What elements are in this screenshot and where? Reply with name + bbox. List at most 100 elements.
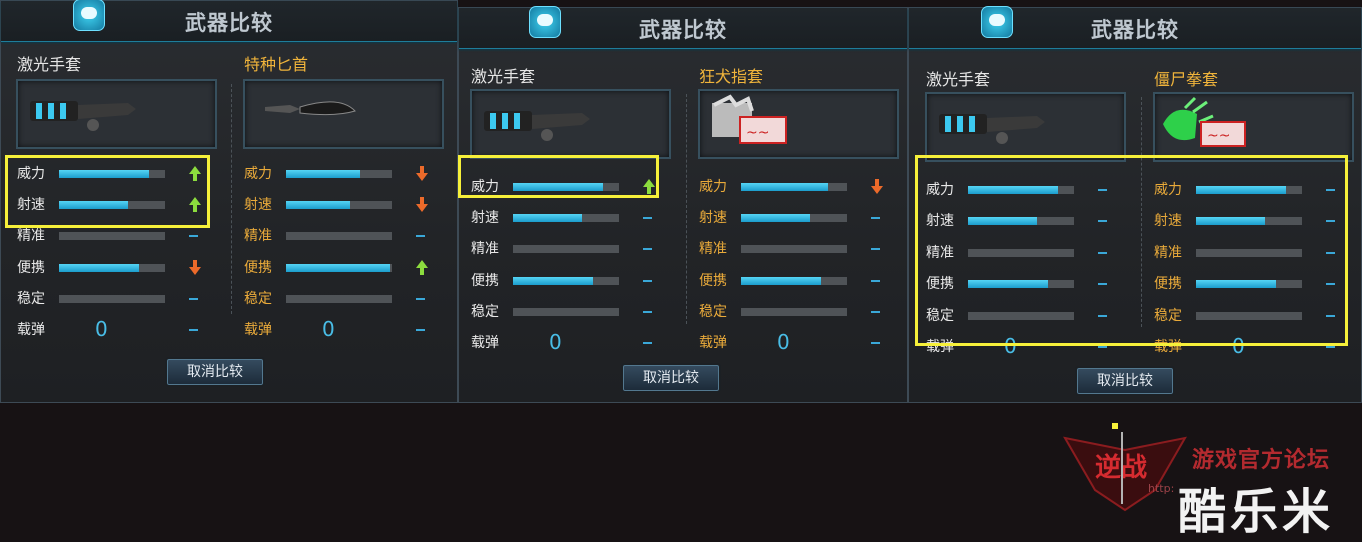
stat-bar (286, 264, 392, 272)
stat-compare-indicator (189, 258, 201, 278)
stat-bar (286, 201, 392, 209)
stat-compare-indicator (189, 320, 201, 340)
weapon-image-frame (925, 92, 1126, 162)
stat-label: 射速 (699, 210, 727, 226)
svg-text:~~: ~~ (1207, 128, 1230, 144)
weapon-name: 激光手套 (926, 70, 991, 89)
laser-glove-icon (30, 101, 136, 131)
stat-bar-fill (286, 201, 350, 209)
stat-row: 便携 (244, 258, 434, 278)
stat-row: 射速 (244, 195, 434, 215)
stat-row: 威力 (699, 177, 889, 197)
weapon-image-frame: ~~ (1153, 92, 1354, 162)
cancel-compare-button[interactable]: 取消比较 (165, 357, 265, 387)
highlight-box (5, 155, 210, 228)
dash-icon (871, 311, 880, 313)
panel-title: 武器比较 (185, 11, 273, 35)
arrow-down-icon (416, 197, 428, 212)
weapon-name: 狂犬指套 (699, 67, 764, 86)
stat-label: 精准 (17, 228, 45, 244)
arrow-down-icon (189, 260, 201, 275)
dash-icon (1326, 346, 1335, 348)
stat-bar (59, 264, 165, 272)
stat-bar (741, 214, 847, 222)
game-logo-icon: 逆战 (1063, 432, 1187, 512)
stat-row: 威力 (244, 164, 434, 184)
stat-label: 载弹 (699, 335, 727, 351)
dash-icon (643, 342, 652, 344)
stat-compare-indicator (416, 226, 428, 246)
stat-label: 载弹 (244, 322, 272, 338)
stat-label: 便携 (244, 260, 272, 276)
stat-bar (59, 232, 165, 240)
ammo-value: 0 (549, 330, 562, 354)
stat-compare-indicator (416, 164, 428, 184)
stat-row: 便携 (699, 271, 889, 291)
watermark: 逆战 游戏官方论坛 http: 酷乐米 (1060, 420, 1360, 540)
site-text: 酷乐米 (1178, 484, 1335, 540)
stat-bar (741, 183, 847, 191)
laser-glove-icon (939, 114, 1045, 144)
stat-compare-indicator (871, 177, 883, 197)
stat-bar-fill (741, 183, 828, 191)
stat-label: 载弹 (17, 322, 45, 338)
weapon-name: 僵尸拳套 (1154, 70, 1219, 89)
stat-bar (513, 308, 619, 316)
dash-icon (189, 298, 198, 300)
stat-bar-fill (513, 214, 582, 222)
cancel-compare-button[interactable]: 取消比较 (621, 363, 721, 393)
stat-label: 稳定 (699, 304, 727, 320)
stat-bar-fill (741, 277, 821, 285)
mad-dog-knuckles-icon: ~~ (712, 94, 787, 144)
stat-label: 稳定 (17, 291, 45, 307)
ammo-value: 0 (95, 317, 108, 341)
stat-label: 精准 (471, 241, 499, 257)
stat-bar (59, 295, 165, 303)
stat-row: 载弹 0 (699, 330, 889, 354)
dash-icon (871, 280, 880, 282)
ammo-value: 0 (322, 317, 335, 341)
stat-compare-indicator (416, 258, 428, 278)
stat-row: 稳定 (471, 302, 661, 322)
dash-icon (189, 329, 198, 331)
stat-bar (741, 277, 847, 285)
dash-icon (643, 280, 652, 282)
stat-row: 载弹 0 (17, 317, 207, 341)
weapon-name: 特种匕首 (244, 55, 309, 74)
arrow-up-icon (416, 260, 428, 275)
stat-row: 稳定 (17, 289, 207, 309)
stat-compare-indicator (871, 333, 883, 353)
cancel-compare-button[interactable]: 取消比较 (1075, 366, 1175, 396)
stat-row: 稳定 (699, 302, 889, 322)
dash-icon (871, 248, 880, 250)
dash-icon (1098, 346, 1107, 348)
stat-label: 射速 (244, 197, 272, 213)
stat-row: 便携 (17, 258, 207, 278)
stat-compare-indicator (643, 239, 655, 259)
weapon-name: 激光手套 (471, 67, 536, 86)
stat-bar (286, 232, 392, 240)
stat-bar (513, 277, 619, 285)
stat-bar-fill (286, 264, 390, 272)
stat-compare-indicator (643, 271, 655, 291)
dash-icon (189, 235, 198, 237)
stat-bar-fill (741, 214, 810, 222)
stat-compare-indicator (643, 208, 655, 228)
dash-icon (643, 217, 652, 219)
url-fragment: http: (1148, 482, 1175, 495)
stat-compare-indicator (871, 208, 883, 228)
yellow-dot (1112, 423, 1118, 429)
highlight-box (458, 155, 659, 198)
stat-compare-indicator (643, 333, 655, 353)
dash-icon (643, 248, 652, 250)
stat-row: 精准 (699, 239, 889, 259)
stat-label: 便携 (471, 273, 499, 289)
stat-row: 载弹 0 (244, 317, 434, 341)
stat-compare-indicator (416, 289, 428, 309)
column-divider (686, 94, 687, 324)
stat-bar-fill (286, 170, 360, 178)
stat-compare-indicator (416, 195, 428, 215)
stat-bar (513, 214, 619, 222)
weapon-image-frame: ~~ (698, 89, 899, 159)
stat-label: 便携 (699, 273, 727, 289)
